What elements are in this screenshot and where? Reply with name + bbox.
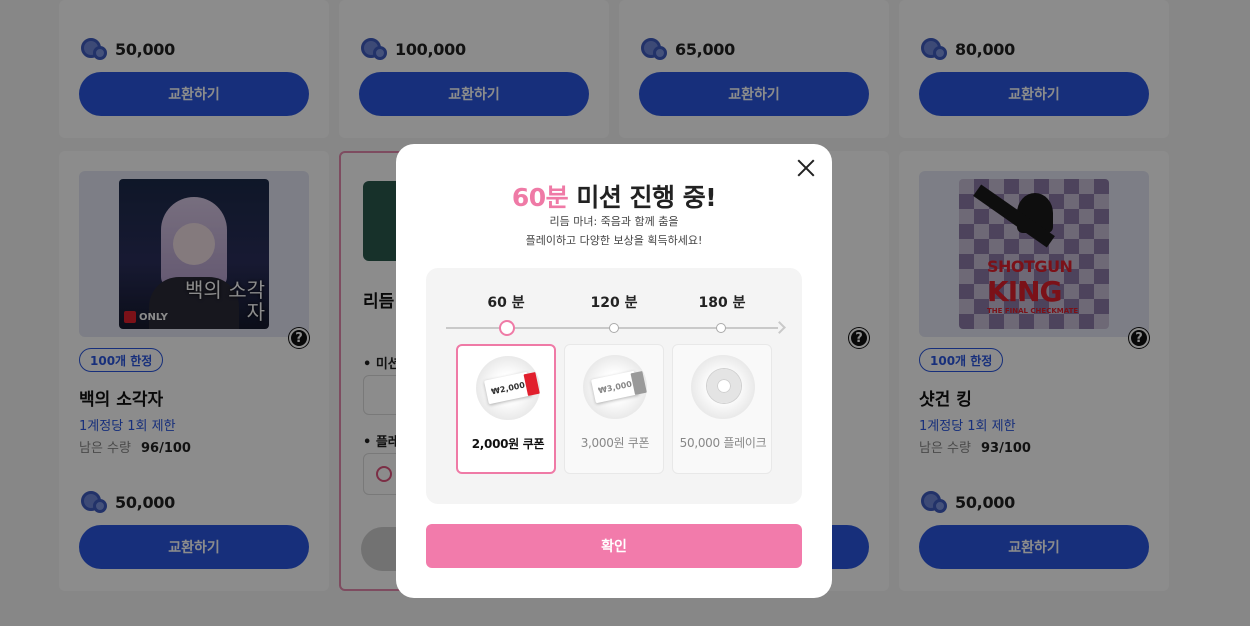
coupon-ticket: ₩3,000 <box>590 370 647 404</box>
confirm-button[interactable]: 확인 <box>426 524 802 568</box>
mission-modal: 60분 미션 진행 중! 리듬 마녀: 죽음과 함께 춤을 플레이하고 다양한 … <box>396 144 832 598</box>
progress-dot-active <box>499 320 515 336</box>
modal-description-line2: 플레이하고 다양한 보상을 획득하세요! <box>525 234 703 247</box>
coupon-tab <box>630 370 647 395</box>
reward-label: 50,000 플레이크 <box>679 436 767 450</box>
step-label-60: 60 분 <box>487 295 525 311</box>
modal-description: 리듬 마녀: 죽음과 함께 춤을 플레이하고 다양한 보상을 획득하세요! <box>396 212 832 250</box>
reward-label: 3,000원 쿠폰 <box>580 436 650 450</box>
modal-description-line1: 리듬 마녀: 죽음과 함께 춤을 <box>549 215 679 228</box>
reward-coupon-2000[interactable]: ₩2,000 2,000원 쿠폰 <box>456 344 556 474</box>
step-label-120: 120 분 <box>590 295 638 311</box>
coupon-ticket: ₩2,000 <box>483 371 540 405</box>
coupon-tab <box>523 371 540 396</box>
coupon-icon: ₩2,000 <box>476 356 540 420</box>
modal-title: 60분 미션 진행 중! <box>396 178 832 214</box>
mission-progress-panel: 60 분 120 분 180 분 ₩2,000 2,000원 쿠폰 ₩3,000… <box>426 268 802 504</box>
arrow-right-icon <box>773 321 786 334</box>
close-icon[interactable] <box>794 156 818 180</box>
coupon-icon: ₩3,000 <box>583 355 647 419</box>
step-label-180: 180 분 <box>698 295 746 311</box>
progress-dot <box>716 323 726 333</box>
modal-title-highlight: 60분 <box>511 183 569 212</box>
modal-title-rest: 미션 진행 중! <box>568 183 717 212</box>
reward-flake-50000[interactable]: 50,000 플레이크 <box>672 344 772 474</box>
progress-dot <box>609 323 619 333</box>
reward-coupon-3000[interactable]: ₩3,000 3,000원 쿠폰 <box>564 344 664 474</box>
flake-ring-icon <box>691 355 755 419</box>
reward-label: 2,000원 쿠폰 <box>471 437 545 451</box>
